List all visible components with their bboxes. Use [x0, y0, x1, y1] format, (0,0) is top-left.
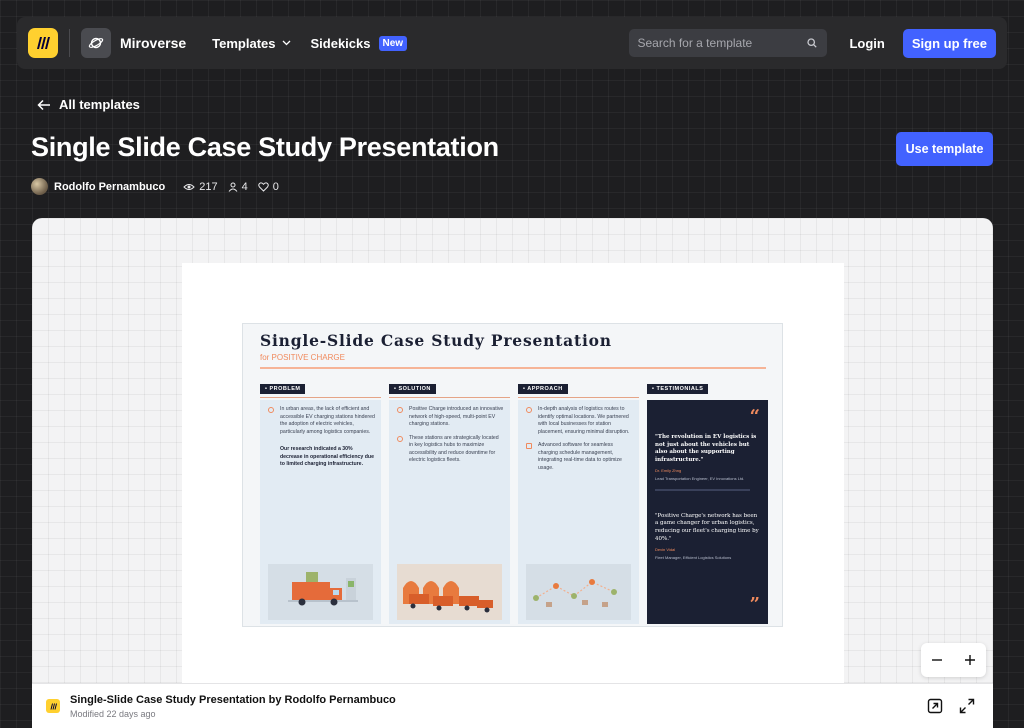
nav-divider — [69, 29, 70, 57]
brand-name[interactable]: Miroverse — [120, 35, 186, 51]
approach-card: In-depth analysis of logistics routes to… — [518, 400, 639, 624]
testimonial-divider — [655, 488, 750, 491]
zoom-in-icon[interactable] — [964, 654, 976, 666]
testimonial-quote-2: "Positive Charge's network has been a ga… — [655, 512, 759, 542]
approach-column: • APPROACH In-depth analysis of logistic… — [518, 377, 639, 624]
column-rule — [389, 397, 510, 398]
author-avatar[interactable] — [31, 178, 48, 195]
chevron-down-icon — [282, 40, 290, 46]
problem-text-1: In urban areas, the lack of efficient an… — [268, 406, 375, 436]
views-count: 217 — [199, 180, 218, 193]
board-actions — [927, 698, 993, 714]
bullet-icon — [526, 443, 532, 450]
login-link[interactable]: Login — [849, 36, 884, 51]
slide-divider — [260, 367, 766, 369]
board-info: Single-Slide Case Study Presentation by … — [70, 694, 396, 719]
charging-station-illustration — [397, 564, 502, 620]
testimonials-card: “ "The revolution in EV logistics is not… — [647, 400, 768, 624]
preview-board: Single-Slide Case Study Presentation for… — [182, 263, 844, 693]
zoom-controls — [921, 643, 986, 677]
slide-title: Single-Slide Case Study Presentation — [260, 331, 612, 350]
problem-paragraph-1: In urban areas, the lack of efficient an… — [280, 406, 375, 435]
back-to-templates-link[interactable]: All templates — [37, 97, 140, 112]
solution-paragraph-2: These stations are strategically located… — [409, 434, 499, 464]
bullet-icon — [397, 407, 403, 413]
solution-text-1: Positive Charge introduced an innovative… — [397, 406, 504, 429]
copies-count: 4 — [241, 180, 248, 193]
likes-stat[interactable]: 0 — [257, 180, 279, 193]
templates-menu[interactable]: Templates — [212, 36, 290, 51]
template-preview-canvas[interactable]: Single-Slide Case Study Presentation for… — [32, 218, 993, 728]
problem-paragraph-2: Our research indicated a 30% decrease in… — [280, 446, 374, 468]
bullet-icon — [397, 435, 403, 442]
solution-tag: • SOLUTION — [389, 384, 436, 394]
testimonial-role-2: Fleet Manager, Efficient Logistics Solut… — [655, 554, 732, 560]
board-info-bar: Single-Slide Case Study Presentation by … — [32, 683, 993, 728]
solution-card: Positive Charge introduced an innovative… — [389, 400, 510, 624]
testimonial-name-1: Dr. Emily Zhng — [655, 467, 682, 473]
bullet-icon — [526, 407, 532, 413]
solution-column: • SOLUTION Positive Charge introduced an… — [389, 377, 510, 624]
arrow-left-icon — [37, 99, 50, 110]
search-icon[interactable] — [807, 38, 818, 48]
problem-tag: • PROBLEM — [260, 384, 306, 394]
new-badge: New — [378, 35, 408, 51]
approach-paragraph-1: In-depth analysis of logistics routes to… — [538, 406, 630, 435]
approach-paragraph-2: Advanced software for seamless charging … — [538, 442, 622, 471]
approach-text-2: Advanced software for seamless charging … — [526, 442, 633, 472]
likes-count: 0 — [272, 180, 279, 193]
board-modified: Modified 22 days ago — [70, 708, 156, 719]
miro-logo-icon[interactable] — [28, 28, 58, 58]
user-icon — [228, 182, 237, 192]
page-title: Single Slide Case Study Presentation — [31, 132, 499, 162]
testimonial-role-1: Lead Transportation Engineer, EV Innovat… — [655, 475, 745, 481]
approach-tag: • APPROACH — [518, 384, 568, 394]
zoom-out-icon[interactable] — [931, 654, 943, 666]
sidekicks-label: Sidekicks — [310, 35, 371, 51]
problem-text-2: Our research indicated a 30% decrease in… — [268, 446, 375, 469]
quote-close-icon: ” — [749, 594, 760, 615]
search-input[interactable] — [637, 36, 788, 50]
testimonial-name-2: Devin Vidal — [655, 546, 676, 552]
search-box[interactable] — [629, 29, 828, 57]
approach-text-1: In-depth analysis of logistics routes to… — [526, 406, 633, 436]
fullscreen-icon[interactable] — [959, 698, 975, 714]
solution-text-2: These stations are strategically located… — [397, 435, 504, 465]
testimonials-column: • TESTIMONIALS “ "The revolution in EV l… — [647, 377, 768, 624]
column-rule — [647, 397, 768, 398]
bullet-icon — [268, 407, 274, 413]
delivery-truck-illustration — [268, 564, 373, 620]
sidekicks-link[interactable]: Sidekicks New — [310, 35, 408, 51]
column-rule — [260, 397, 381, 398]
heart-icon[interactable] — [257, 181, 269, 192]
open-external-icon[interactable] — [927, 698, 943, 714]
column-rule — [518, 397, 639, 398]
testimonials-tag: • TESTIMONIALS — [647, 384, 709, 394]
quote-open-icon: “ — [749, 406, 760, 427]
signup-button[interactable]: Sign up free — [902, 28, 996, 58]
board-title: Single-Slide Case Study Presentation by … — [70, 693, 396, 706]
templates-label: Templates — [212, 35, 276, 51]
case-study-slide: Single-Slide Case Study Presentation for… — [242, 323, 783, 627]
solution-paragraph-1: Positive Charge introduced an innovative… — [409, 406, 504, 428]
problem-card: In urban areas, the lack of efficient an… — [260, 400, 381, 624]
back-label: All templates — [59, 97, 140, 112]
use-template-button[interactable]: Use template — [896, 132, 993, 166]
route-map-illustration — [526, 564, 631, 620]
testimonial-quote-1: "The revolution in EV logistics is not j… — [655, 434, 757, 464]
top-navbar: Miroverse Templates Sidekicks New Login … — [17, 17, 1007, 69]
eye-icon — [183, 183, 195, 190]
miro-logo-icon — [46, 699, 60, 713]
copies-stat: 4 — [228, 181, 248, 193]
planet-icon[interactable] — [81, 28, 111, 58]
author-name[interactable]: Rodolfo Pernambuco — [54, 181, 165, 193]
views-stat: 217 — [183, 180, 218, 193]
problem-column: • PROBLEM In urban areas, the lack of ef… — [260, 377, 381, 624]
template-meta: Rodolfo Pernambuco 217 4 0 — [31, 178, 289, 195]
slide-subtitle: for POSITIVE CHARGE — [260, 353, 345, 362]
